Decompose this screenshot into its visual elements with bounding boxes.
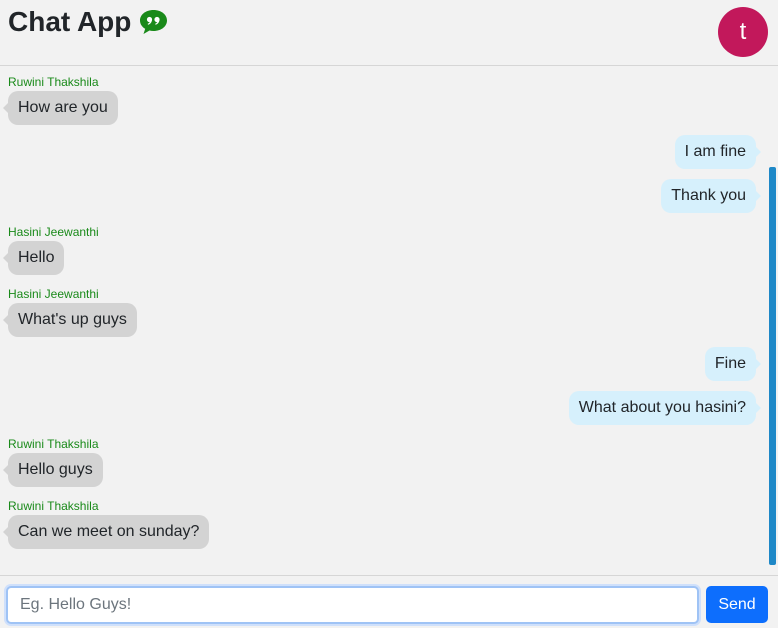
- message-sender: Ruwini Thakshila: [8, 499, 99, 513]
- outgoing-message-bubble: What about you hasini?: [568, 391, 762, 425]
- quote-chat-icon: [139, 9, 168, 35]
- app-title: Chat App: [8, 6, 168, 38]
- outgoing-message-bubble: Thank you: [661, 179, 761, 213]
- message-sender: Ruwini Thakshila: [8, 437, 99, 451]
- outgoing-message-bubble: Fine: [704, 347, 762, 381]
- message-list: Ruwini Thakshila How are you I am fine T…: [0, 67, 778, 575]
- incoming-message-bubble: How are you: [3, 91, 118, 125]
- outgoing-message-bubble: I am fine: [674, 135, 762, 169]
- incoming-message-bubble: What's up guys: [3, 303, 137, 337]
- message-input[interactable]: [6, 586, 699, 624]
- incoming-message-bubble: Can we meet on sunday?: [2, 515, 210, 549]
- message-sender: Hasini Jeewanthi: [8, 225, 99, 239]
- app-header: Chat App t: [0, 0, 778, 66]
- avatar-letter: t: [739, 18, 747, 45]
- message-scrollbar[interactable]: [766, 67, 778, 575]
- message-sender: Ruwini Thakshila: [8, 75, 99, 89]
- incoming-message-bubble: Hello: [2, 241, 65, 275]
- incoming-message-bubble: Hello guys: [3, 453, 103, 487]
- message-composer: Send: [0, 575, 778, 628]
- message-sender: Hasini Jeewanthi: [8, 287, 99, 301]
- send-button[interactable]: Send: [706, 586, 768, 623]
- app-title-text: Chat App: [8, 6, 132, 37]
- user-avatar[interactable]: t: [718, 7, 768, 57]
- scrollbar-thumb[interactable]: [769, 167, 776, 565]
